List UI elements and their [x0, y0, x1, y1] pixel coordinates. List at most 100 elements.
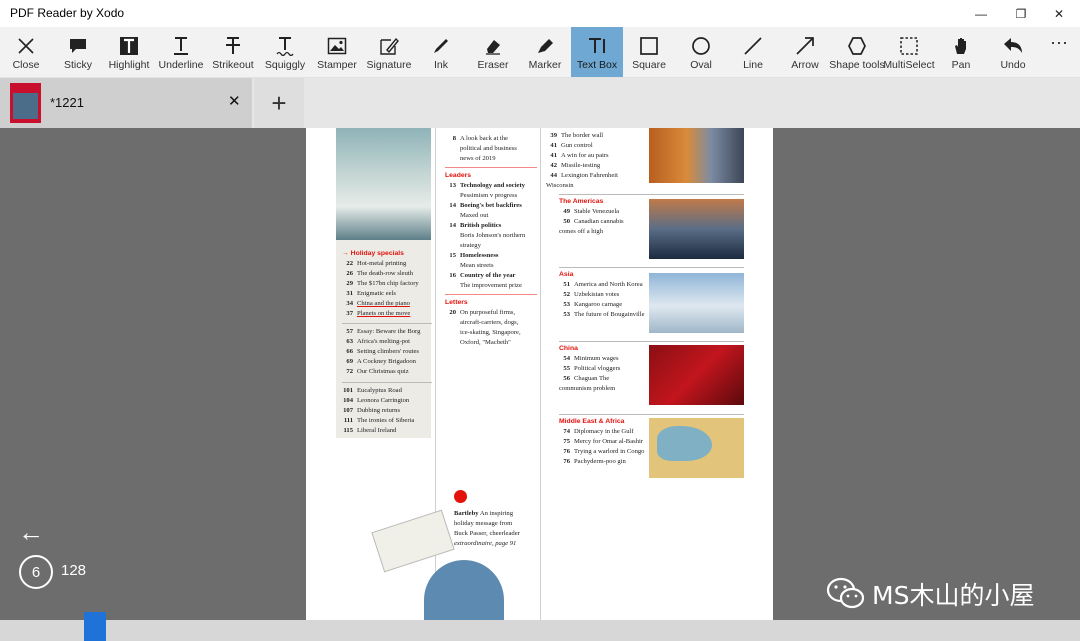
- more-options-button[interactable]: ···: [1039, 27, 1079, 77]
- right-contents-column: 39 The border wall 41 Gun control 41 A win …: [546, 131, 646, 191]
- toc-title: Africa's melting-pot: [357, 338, 411, 345]
- signature-tool-button[interactable]: Signature: [363, 27, 415, 77]
- toc-text: Pessimism v progress: [460, 192, 518, 199]
- strikeout-tool-button[interactable]: Strikeout: [207, 27, 259, 77]
- undo-button[interactable]: Undo: [987, 27, 1039, 77]
- oval-tool-button[interactable]: Oval: [675, 27, 727, 77]
- toc-page-number: 76: [563, 448, 570, 455]
- toc-title: The death-row sleuth: [357, 270, 414, 277]
- squiggly-tool-button[interactable]: Squiggly: [259, 27, 311, 77]
- toc-text: ice-skating, Singapore,: [460, 329, 521, 336]
- toc-page-number: 15: [449, 252, 456, 259]
- toc-entry: 26 The death-row sleuth: [342, 269, 432, 279]
- toc-entry: 69 A Cockney Brigadoon: [342, 357, 432, 367]
- toc-page-number: 51: [563, 281, 570, 288]
- document-tab[interactable]: *1221 ✕: [0, 78, 252, 128]
- toc-text: The improvement prize: [460, 282, 522, 289]
- back-arrow-button[interactable]: ←: [18, 517, 44, 548]
- toc-page-number: 26: [346, 270, 353, 277]
- text-box-tool-button[interactable]: Text Box: [571, 27, 623, 77]
- toc-page-number: 49: [563, 208, 570, 215]
- close-icon: [0, 35, 52, 57]
- multiselect-tool-button[interactable]: MultiSelect: [883, 27, 935, 77]
- toc-title: Technology and society: [460, 182, 525, 189]
- window-close-button[interactable]: ✕: [1036, 0, 1080, 27]
- shape-tools-button[interactable]: Shape tools: [829, 27, 885, 77]
- arrow-tool-button[interactable]: Arrow: [779, 27, 831, 77]
- close-tool-button[interactable]: Close: [0, 27, 52, 77]
- toc-page-number: 101: [343, 387, 353, 394]
- toc-title: Homelessness: [460, 252, 499, 259]
- toc-page-number: 39: [550, 132, 557, 139]
- toc-entry: 42 Missile-testing: [546, 161, 646, 171]
- china-photo: [649, 345, 744, 405]
- toc-page-number: 53: [563, 311, 570, 318]
- toc-text: Bartleby An inspiring: [454, 509, 544, 519]
- toc-title: Pachyderm-poo gin: [574, 458, 626, 465]
- toc-page-number: 16: [449, 272, 456, 279]
- pan-tool-button[interactable]: Pan: [935, 27, 987, 77]
- eraser-tool-button[interactable]: Eraser: [467, 27, 519, 77]
- current-page-indicator[interactable]: 6: [19, 555, 53, 589]
- watermark: MS木山的小屋: [826, 576, 1034, 612]
- underline-tool-button[interactable]: Underline: [155, 27, 207, 77]
- toc-title: Boeing's bet backfires: [460, 202, 522, 209]
- toc-title: Hot-metal printing: [357, 260, 407, 267]
- toc-text: news of 2019: [460, 155, 496, 162]
- tool-label: Undo: [1000, 59, 1026, 71]
- add-tab-button[interactable]: +: [254, 78, 304, 128]
- toc-page-number: 115: [343, 427, 353, 434]
- section-heading: Middle East & Africa: [559, 418, 625, 425]
- paper-plane-illustration: [371, 509, 455, 573]
- toc-title: Setting climbers' routes: [357, 348, 419, 355]
- toc-page-number: 13: [449, 182, 456, 189]
- stamper-tool-button[interactable]: Stamper: [311, 27, 363, 77]
- toc-text: political and business: [460, 145, 517, 152]
- toc-page-number: 63: [346, 338, 353, 345]
- document-viewer[interactable]: → Holiday specials 22 Hot-metal printing …: [0, 128, 1080, 641]
- toc-page-number: 22: [346, 260, 353, 267]
- pdf-page: → Holiday specials 22 Hot-metal printing …: [306, 128, 773, 641]
- toc-page-number: 104: [343, 397, 353, 404]
- strikeout-icon: [207, 35, 259, 57]
- toc-entry: 53 The future of Bougainville: [559, 310, 647, 320]
- toc-title: Essay: Beware the Borg: [357, 328, 421, 335]
- toc-entry: 63 Africa's melting-pot: [342, 337, 432, 347]
- page-scrubber-track[interactable]: [0, 620, 1080, 641]
- square-tool-button[interactable]: Square: [623, 27, 675, 77]
- toc-title: Gun control: [561, 142, 593, 149]
- highlight-icon: [103, 35, 155, 57]
- toc-title: Diplomacy in the Gulf: [574, 428, 634, 435]
- toc-text: holiday message from: [454, 520, 513, 527]
- toc-entry: 111 The ironies of Siberia: [342, 416, 432, 426]
- border-wall-photo: [649, 128, 744, 183]
- wechat-icon: [826, 577, 865, 609]
- line-tool-button[interactable]: Line: [727, 27, 779, 77]
- toc-text: An inspiring: [479, 510, 513, 517]
- marker-tool-button[interactable]: Marker: [519, 27, 571, 77]
- toc-title: Country of the year: [460, 272, 516, 279]
- toc-entry: 34 China and the piano: [342, 299, 432, 309]
- toc-page-number: 54: [563, 355, 570, 362]
- toc-page-number: 53: [563, 301, 570, 308]
- middle-contents-column: 8 A look back at the political and busine…: [445, 134, 537, 348]
- toc-title: A look back at the: [460, 135, 508, 142]
- toc-title: Bartleby: [454, 510, 479, 517]
- toc-text: Oxford, "Macbeth": [460, 339, 511, 346]
- china-section: China 54 Minimum wages 55 Political vlogge…: [559, 344, 647, 394]
- tab-strip: *1221 ✕ +: [0, 78, 1080, 128]
- tab-close-icon[interactable]: ✕: [228, 92, 241, 110]
- section-heading: Letters: [445, 299, 468, 306]
- watermark-text: MS木山的小屋: [872, 581, 1035, 610]
- hexagon-icon: [831, 35, 883, 57]
- toc-entry: 101 Eucalyptus Road: [342, 386, 432, 396]
- toc-entry: 22 Hot-metal printing: [342, 259, 432, 269]
- page-scrubber-thumb[interactable]: [84, 612, 106, 641]
- ink-tool-button[interactable]: Ink: [415, 27, 467, 77]
- toc-title: The ironies of Siberia: [357, 417, 415, 424]
- highlight-tool-button[interactable]: Highlight: [103, 27, 155, 77]
- section-heading: China: [559, 345, 578, 352]
- toc-page-number: 56: [563, 375, 570, 382]
- toc-page-number: 41: [550, 152, 557, 159]
- toc-title: Eucalyptus Road: [357, 387, 402, 394]
